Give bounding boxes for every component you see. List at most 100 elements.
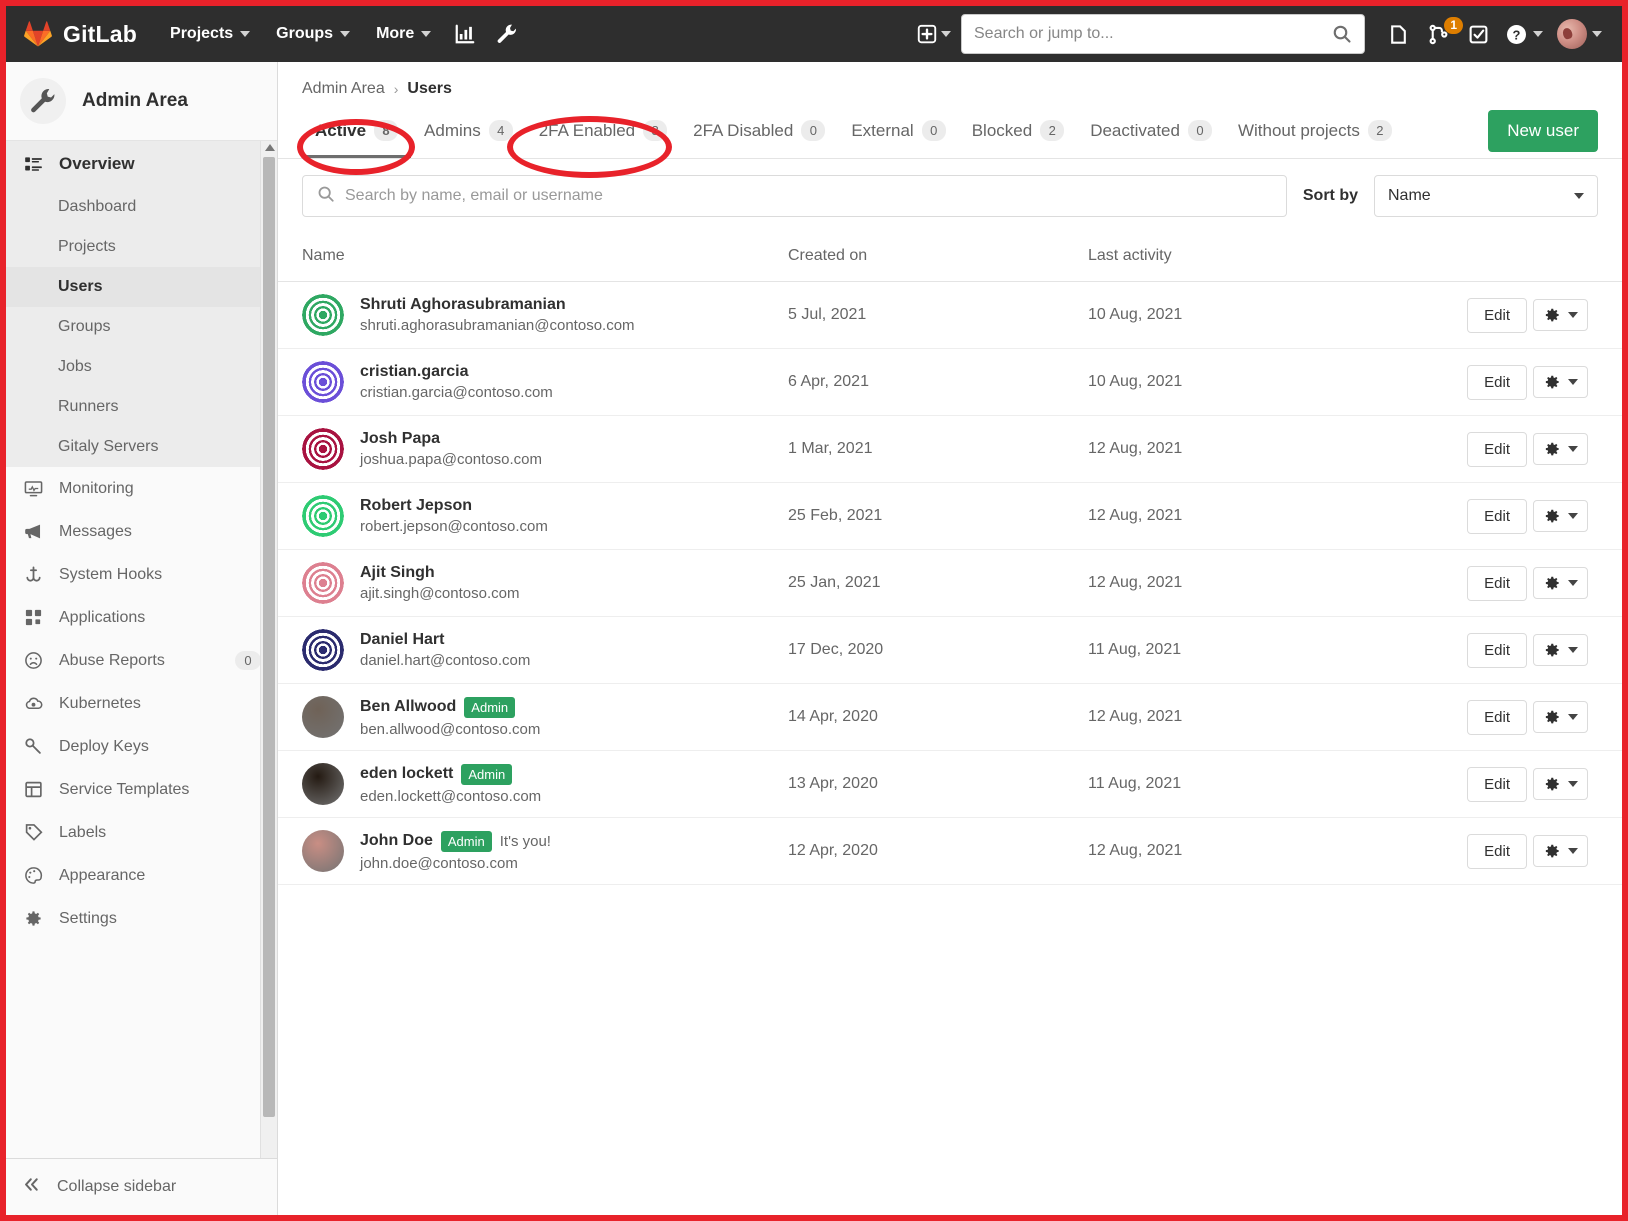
tab-without-projects[interactable]: Without projects 2	[1225, 110, 1405, 158]
sidebar-item-applications[interactable]: Applications	[6, 596, 277, 639]
edit-button[interactable]: Edit	[1467, 766, 1527, 802]
tab-2fa-enabled[interactable]: 2FA Enabled 8	[526, 110, 680, 158]
tab-blocked[interactable]: Blocked 2	[959, 110, 1077, 158]
edit-button[interactable]: Edit	[1467, 565, 1527, 601]
row-settings-dropdown[interactable]	[1533, 634, 1588, 666]
issues-icon[interactable]	[1379, 15, 1417, 53]
search-input[interactable]	[974, 25, 1332, 43]
cell-actions: Edit	[1378, 750, 1622, 818]
nav-more[interactable]: More	[365, 17, 442, 51]
admin-badge: Admin	[464, 696, 516, 718]
sidebar-item-abuse-reports[interactable]: Abuse Reports 0	[6, 639, 277, 682]
edit-button[interactable]: Edit	[1467, 297, 1527, 333]
overview-list-icon	[22, 155, 44, 174]
sidebar-scrollbar[interactable]	[260, 141, 277, 1158]
tab-active-count: 8	[374, 120, 399, 141]
row-settings-dropdown[interactable]	[1533, 701, 1588, 733]
edit-button[interactable]: Edit	[1467, 431, 1527, 467]
nav-groups[interactable]: Groups	[265, 17, 361, 51]
tab-active[interactable]: Active 8	[302, 110, 412, 158]
sidebar-item-projects[interactable]: Projects	[6, 227, 277, 267]
user-name[interactable]: Robert Jepson	[360, 497, 472, 515]
edit-button[interactable]: Edit	[1467, 632, 1527, 668]
user-name[interactable]: Ben Allwood	[360, 698, 456, 716]
row-settings-dropdown[interactable]	[1533, 299, 1588, 331]
tab-admins[interactable]: Admins 4	[411, 110, 526, 158]
user-name[interactable]: Josh Papa	[360, 430, 440, 448]
user-name[interactable]: Daniel Hart	[360, 631, 444, 649]
top-navbar: GitLab Projects Groups More Search or ju…	[6, 6, 1622, 62]
chevron-down-icon	[1568, 513, 1578, 519]
user-search-input[interactable]	[345, 187, 1272, 205]
user-name[interactable]: Ajit Singh	[360, 564, 435, 582]
sidebar-item-users[interactable]: Users	[6, 267, 277, 307]
create-new-button[interactable]	[909, 24, 959, 44]
edit-button[interactable]: Edit	[1467, 498, 1527, 534]
edit-button[interactable]: Edit	[1467, 364, 1527, 400]
user-name[interactable]: Shruti Aghorasubramanian	[360, 296, 566, 314]
sidebar-item-messages[interactable]: Messages	[6, 510, 277, 553]
sidebar-item-runners[interactable]: Runners	[6, 387, 277, 427]
user-menu[interactable]	[1551, 19, 1608, 49]
search-icon[interactable]	[1332, 24, 1352, 44]
user-name[interactable]: eden lockett	[360, 765, 453, 783]
sidebar-item-dashboard[interactable]: Dashboard	[6, 187, 277, 227]
todos-icon[interactable]	[1459, 15, 1497, 53]
sidebar-header[interactable]: Admin Area	[6, 62, 277, 141]
cell-last-activity: 12 Aug, 2021	[1078, 817, 1378, 885]
cell-last-activity: 12 Aug, 2021	[1078, 549, 1378, 617]
row-settings-dropdown[interactable]	[1533, 433, 1588, 465]
cell-name: Ajit Singh ajit.singh@contoso.com	[278, 549, 778, 617]
header-last-activity: Last activity	[1078, 233, 1378, 282]
sidebar-item-service-templates[interactable]: Service Templates	[6, 768, 277, 811]
new-user-button[interactable]: New user	[1488, 110, 1598, 152]
sidebar-item-system-hooks[interactable]: System Hooks	[6, 553, 277, 596]
tab-deactivated[interactable]: Deactivated 0	[1077, 110, 1225, 158]
scrollbar-thumb[interactable]	[263, 157, 275, 1117]
edit-button[interactable]: Edit	[1467, 833, 1527, 869]
gitlab-brand[interactable]: GitLab	[24, 20, 137, 48]
analytics-chart-icon[interactable]	[446, 15, 484, 53]
user-search-field[interactable]	[302, 175, 1287, 217]
cell-actions: Edit	[1378, 348, 1622, 416]
row-settings-dropdown[interactable]	[1533, 366, 1588, 398]
sidebar-item-groups[interactable]: Groups	[6, 307, 277, 347]
help-menu[interactable]: ?	[1499, 23, 1549, 46]
wrench-admin-icon[interactable]	[488, 15, 526, 53]
question-circle-icon: ?	[1507, 24, 1526, 44]
edit-button[interactable]: Edit	[1467, 699, 1527, 735]
svg-text:?: ?	[1513, 27, 1521, 42]
row-settings-dropdown[interactable]	[1533, 768, 1588, 800]
sidebar-item-labels[interactable]: Labels	[6, 811, 277, 854]
nav-projects[interactable]: Projects	[159, 17, 261, 51]
row-settings-dropdown[interactable]	[1533, 567, 1588, 599]
merge-requests-button[interactable]: 1	[1419, 15, 1463, 53]
breadcrumb-root[interactable]: Admin Area	[302, 80, 385, 98]
cell-last-activity: 11 Aug, 2021	[1078, 750, 1378, 818]
sidebar-item-settings[interactable]: Settings	[6, 897, 277, 940]
sidebar-item-appearance[interactable]: Appearance	[6, 854, 277, 897]
gear-icon	[1545, 710, 1559, 724]
tab-2fa-enabled-count: 8	[643, 120, 668, 141]
user-name[interactable]: John Doe	[360, 832, 433, 850]
scroll-up-arrow-icon[interactable]	[265, 144, 275, 151]
sidebar-item-jobs[interactable]: Jobs	[6, 347, 277, 387]
sidebar-item-deploy-keys[interactable]: Deploy Keys	[6, 725, 277, 768]
sidebar-item-gitaly-servers[interactable]: Gitaly Servers	[6, 427, 277, 467]
tab-external[interactable]: External 0	[838, 110, 958, 158]
global-search[interactable]	[961, 14, 1365, 54]
palette-icon	[22, 866, 44, 885]
sidebar-item-monitoring[interactable]: Monitoring	[6, 467, 277, 510]
tab-2fa-disabled[interactable]: 2FA Disabled 0	[680, 110, 838, 158]
avatar	[302, 629, 344, 671]
table-row: eden lockett Admin eden.lockett@contoso.co…	[278, 750, 1622, 818]
collapse-sidebar-button[interactable]: Collapse sidebar	[6, 1158, 277, 1215]
gear-icon	[1545, 576, 1559, 590]
sidebar-item-kubernetes[interactable]: Kubernetes	[6, 682, 277, 725]
row-settings-dropdown[interactable]	[1533, 835, 1588, 867]
row-settings-dropdown[interactable]	[1533, 500, 1588, 532]
sidebar-item-overview[interactable]: Overview	[6, 141, 277, 187]
user-name[interactable]: cristian.garcia	[360, 363, 469, 381]
sort-by-select[interactable]: Name	[1374, 175, 1598, 217]
tab-without-projects-label: Without projects	[1237, 120, 1360, 140]
